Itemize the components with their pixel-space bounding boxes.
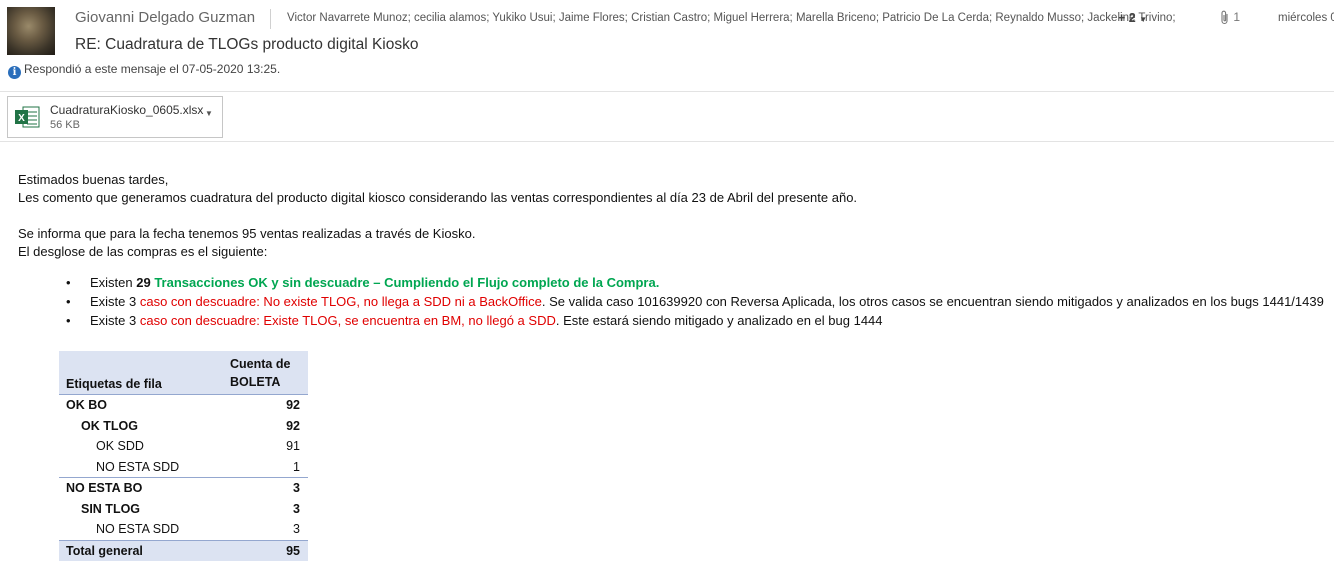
table-row: SIN TLOG 3 (59, 499, 308, 520)
body-line-3: El desglose de las compras es el siguien… (18, 244, 268, 259)
pivot-row-label: NO ESTA SDD (96, 522, 180, 537)
pivot-row-value: 3 (293, 522, 300, 537)
attachment-dropdown-icon[interactable]: ▼ (205, 109, 213, 118)
list-item: Existe 3 caso con descuadre: No existe T… (66, 292, 1334, 311)
pivot-row-label: OK BO (66, 398, 107, 413)
pivot-row-value: 3 (293, 481, 300, 496)
pivot-row-label: OK SDD (96, 439, 144, 454)
excel-file-icon: X (14, 105, 40, 129)
table-row: NO ESTA SDD 3 (59, 519, 308, 540)
pivot-row-value: 3 (293, 501, 300, 516)
pivot-row-label: OK TLOG (81, 418, 138, 433)
pivot-row-label: NO ESTA BO (66, 481, 143, 496)
svg-text:X: X (18, 113, 25, 124)
pivot-row-label: SIN TLOG (81, 501, 141, 516)
reply-info-bar[interactable]: i Respondió a este mensaje el 07-05-2020 … (8, 62, 280, 79)
breakdown-list: Existen 29 Transacciones OK y sin descua… (18, 273, 1334, 330)
list-item: Existen 29 Transacciones OK y sin descua… (66, 273, 1334, 292)
pivot-total-row: Total general 95 (59, 539, 308, 561)
chevron-down-icon: ▼ (1139, 15, 1148, 24)
pivot-row-value: 91 (286, 439, 300, 454)
attachment-filename: CuadraturaKiosko_0605.xlsx (50, 103, 204, 117)
pivot-header-row: Etiquetas de fila Cuenta de BOLETA (59, 351, 308, 395)
body-line-2: Se informa que para la fecha tenemos 95 … (18, 226, 476, 241)
sender-name[interactable]: Giovanni Delgado Guzman (75, 9, 255, 26)
pivot-col1-header: Etiquetas de fila (59, 351, 230, 395)
pivot-total-label: Total general (59, 539, 230, 561)
reply-info-text: Respondió a este mensaje el 07-05-2020 1… (24, 62, 281, 76)
message-subject: RE: Cuadratura de TLOGs producto digital… (75, 36, 419, 53)
table-row: NO ESTA BO 3 (59, 477, 308, 499)
table-row: OK SDD 91 (59, 436, 308, 457)
attachment-separator (0, 141, 1334, 142)
header-separator (0, 91, 1334, 92)
attachment-count: 1 (1220, 10, 1240, 25)
pivot-total-value: 95 (230, 539, 308, 561)
body-line-1: Les comento que generamos cuadratura del… (18, 190, 858, 205)
message-date: miércoles 0 (1278, 12, 1334, 24)
message-header: Giovanni Delgado Guzman Victor Navarrete… (0, 0, 1334, 92)
info-icon: i (8, 66, 21, 79)
attachment-card[interactable]: X CuadraturaKiosko_0605.xlsx 56 KB ▼ (7, 96, 223, 138)
pivot-row-value: 92 (286, 418, 300, 433)
recipients-list[interactable]: Victor Navarrete Munoz; cecilia alamos; … (287, 12, 1176, 24)
pivot-row-label: NO ESTA SDD (96, 459, 180, 474)
more-recipients-button[interactable]: + 2 ▼ (1118, 11, 1147, 25)
sender-avatar[interactable] (7, 7, 55, 55)
message-body: Estimados buenas tardes, Les comento que… (18, 171, 1334, 330)
more-recipients-label: + 2 (1118, 11, 1136, 25)
pivot-row-value: 92 (286, 398, 300, 413)
attachment-size: 56 KB (50, 119, 80, 131)
table-row: NO ESTA SDD 1 (59, 457, 308, 478)
pivot-row-value: 1 (293, 459, 300, 474)
table-row: OK TLOG 92 (59, 416, 308, 437)
attachment-count-value: 1 (1233, 10, 1241, 24)
greeting: Estimados buenas tardes, (18, 172, 169, 187)
pivot-col2-header: Cuenta de BOLETA (230, 351, 308, 395)
header-divider (270, 9, 271, 29)
list-item: Existe 3 caso con descuadre: Existe TLOG… (66, 311, 1334, 330)
table-row: OK BO 92 (59, 394, 308, 416)
paperclip-icon (1220, 10, 1233, 25)
pivot-table: Etiquetas de fila Cuenta de BOLETA OK BO … (59, 351, 308, 561)
